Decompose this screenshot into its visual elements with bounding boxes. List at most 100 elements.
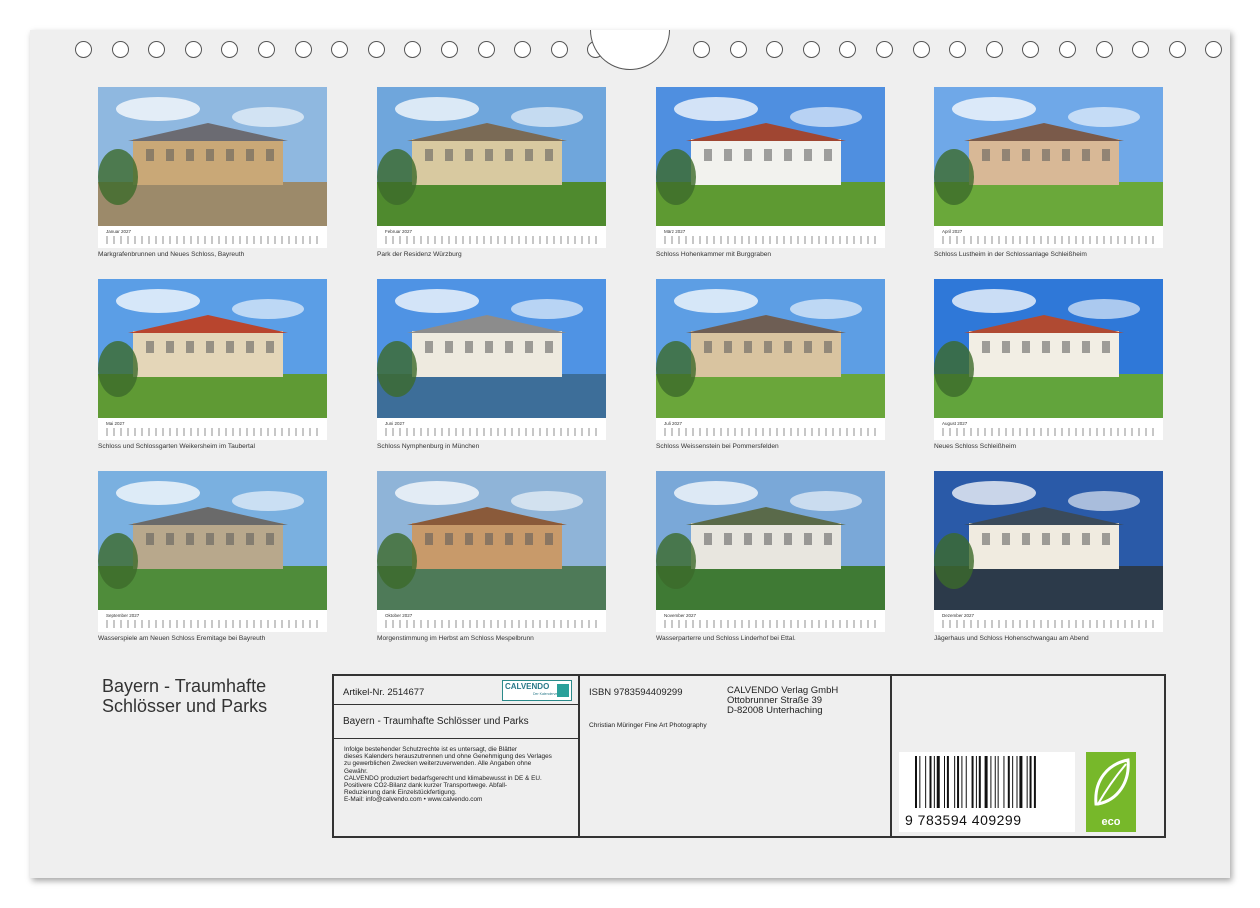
month-caption: Jägerhaus und Schloss Hohenschwangau am … xyxy=(934,635,1089,642)
month-photo xyxy=(934,471,1163,610)
day-grid xyxy=(385,620,598,628)
month-name: Juli 2027 xyxy=(664,421,683,426)
month-caption: Schloss Hohenkammer mit Burggraben xyxy=(656,251,772,258)
photographer: Christian Müringer Fine Art Photography xyxy=(589,722,707,729)
isbn: ISBN 9783594409299 xyxy=(589,687,683,698)
day-grid xyxy=(106,428,319,436)
calvendo-logo-text: CALVENDO xyxy=(505,682,550,691)
month-page: Oktober 2027 Morgenstimmung im Herbst am … xyxy=(377,471,606,642)
month-caption: Park der Residenz Würzburg xyxy=(377,251,462,258)
month-caption: Schloss Nymphenburg in München xyxy=(377,443,480,450)
binding-hole xyxy=(1095,41,1113,58)
month-page: März 2027 Schloss Hohenkammer mit Burggra… xyxy=(656,87,885,258)
month-caption: Wasserparterre und Schloss Linderhof bei… xyxy=(656,635,796,642)
month-photo xyxy=(934,279,1163,418)
binding-hole xyxy=(148,41,166,58)
binding-hole xyxy=(766,41,784,58)
month-page: Februar 2027 Park der Residenz Würzburg xyxy=(377,87,606,258)
day-grid xyxy=(942,236,1155,244)
binding-hole xyxy=(477,41,495,58)
binding-hole xyxy=(1022,41,1040,58)
month-photo xyxy=(377,279,606,418)
calvendo-logo-icon xyxy=(557,684,569,697)
month-page: Juli 2027 Schloss Weissenstein bei Pommer… xyxy=(656,279,885,450)
binding-hole xyxy=(75,41,92,58)
month-calendar-strip: November 2027 xyxy=(656,610,885,632)
day-grid xyxy=(942,620,1155,628)
month-calendar-strip: August 2027 xyxy=(934,418,1163,440)
day-grid xyxy=(385,236,598,244)
binding-hole xyxy=(693,41,710,58)
month-page: Januar 2027 Markgrafenbrunnen und Neues S… xyxy=(98,87,327,258)
binding-hole xyxy=(802,41,820,58)
legal-line: CALVENDO produziert bedarfsgerecht und k… xyxy=(344,774,542,782)
month-caption: Wasserspiele am Neuen Schloss Eremitage … xyxy=(98,635,266,642)
month-page: Dezember 2027 Jägerhaus und Schloss Hohen… xyxy=(934,471,1163,642)
month-name: Oktober 2027 xyxy=(385,613,413,618)
day-grid xyxy=(942,428,1155,436)
month-name: April 2027 xyxy=(942,229,963,234)
day-grid xyxy=(385,428,598,436)
binding-hole xyxy=(367,41,385,58)
month-caption: Markgrafenbrunnen und Neues Schloss, Bay… xyxy=(98,251,245,258)
binding-hole xyxy=(550,41,568,58)
cover-title-line1: Bayern - Traumhafte xyxy=(102,676,267,696)
legal-line: zu gewerblichen Zwecken weiterzuverwende… xyxy=(344,760,532,768)
day-grid xyxy=(664,428,877,436)
month-caption: Morgenstimmung im Herbst am Schloss Mesp… xyxy=(377,635,534,642)
day-grid xyxy=(664,620,877,628)
month-caption: Schloss Weissenstein bei Pommersfelden xyxy=(656,443,779,450)
binding-hole xyxy=(1132,41,1150,58)
month-name: November 2027 xyxy=(664,613,697,618)
binding-hole xyxy=(985,41,1003,58)
month-page: November 2027 Wasserparterre und Schloss … xyxy=(656,471,885,642)
barcode: 9 783594 409299 xyxy=(899,752,1075,832)
cover-title: Bayern - Traumhafte Schlösser und Parks xyxy=(102,676,267,716)
legal-line: Positivere CO2-Bilanz dank kurzer Transp… xyxy=(344,782,508,790)
eco-label: eco xyxy=(1101,816,1121,828)
day-grid xyxy=(106,236,319,244)
binding-hole xyxy=(949,41,967,58)
divider xyxy=(578,676,580,836)
month-photo xyxy=(98,87,327,226)
binding-hole xyxy=(1205,41,1223,58)
month-page: April 2027 Schloss Lustheim in der Schlos… xyxy=(934,87,1163,258)
leaf-icon xyxy=(1094,758,1130,806)
month-name: Januar 2027 xyxy=(106,229,132,234)
month-calendar-strip: Mai 2027 xyxy=(98,418,327,440)
binding-hole xyxy=(331,41,349,58)
month-photo xyxy=(656,87,885,226)
binding-hole xyxy=(294,41,312,58)
legal-line: Reduzierung dank Einzelstückfertigung. xyxy=(344,789,457,797)
barcode-bars xyxy=(915,756,1036,808)
legal-line: dieses Kalenders herauszutrennen und ohn… xyxy=(344,753,552,761)
month-calendar-strip: Januar 2027 xyxy=(98,226,327,248)
month-photo xyxy=(656,471,885,610)
barcode-number: 9 783594 409299 xyxy=(905,812,1022,828)
month-caption: Schloss und Schlossgarten Weikersheim im… xyxy=(98,443,255,450)
month-calendar-strip: April 2027 xyxy=(934,226,1163,248)
binding-hole xyxy=(1168,41,1186,58)
divider xyxy=(334,738,578,739)
month-page: September 2027 Wasserspiele am Neuen Schl… xyxy=(98,471,327,642)
month-calendar-strip: Februar 2027 xyxy=(377,226,606,248)
binding-hole xyxy=(111,41,129,58)
month-name: Mai 2027 xyxy=(106,421,125,426)
binding-hole xyxy=(912,41,930,58)
binding-hole xyxy=(184,41,202,58)
month-caption: Schloss Lustheim in der Schlossanlage Sc… xyxy=(934,251,1087,258)
binding-hole xyxy=(839,41,857,58)
binding-hole xyxy=(729,41,747,58)
binding-hole xyxy=(876,41,893,58)
month-photo xyxy=(98,471,327,610)
month-name: Februar 2027 xyxy=(385,229,413,234)
month-name: August 2027 xyxy=(942,421,968,426)
month-page: August 2027 Neues Schloss Schleißheim xyxy=(934,279,1163,450)
month-name: Juni 2027 xyxy=(385,421,405,426)
article-number: Artikel-Nr. 2514677 xyxy=(343,687,425,698)
publisher-line: D-82008 Unterhaching xyxy=(727,705,823,716)
eco-badge: eco xyxy=(1086,752,1136,832)
month-photo xyxy=(377,471,606,610)
info-box: Artikel-Nr. 2514677 CALVENDO Der Kalende… xyxy=(332,674,1166,838)
binding-hole xyxy=(404,41,422,58)
